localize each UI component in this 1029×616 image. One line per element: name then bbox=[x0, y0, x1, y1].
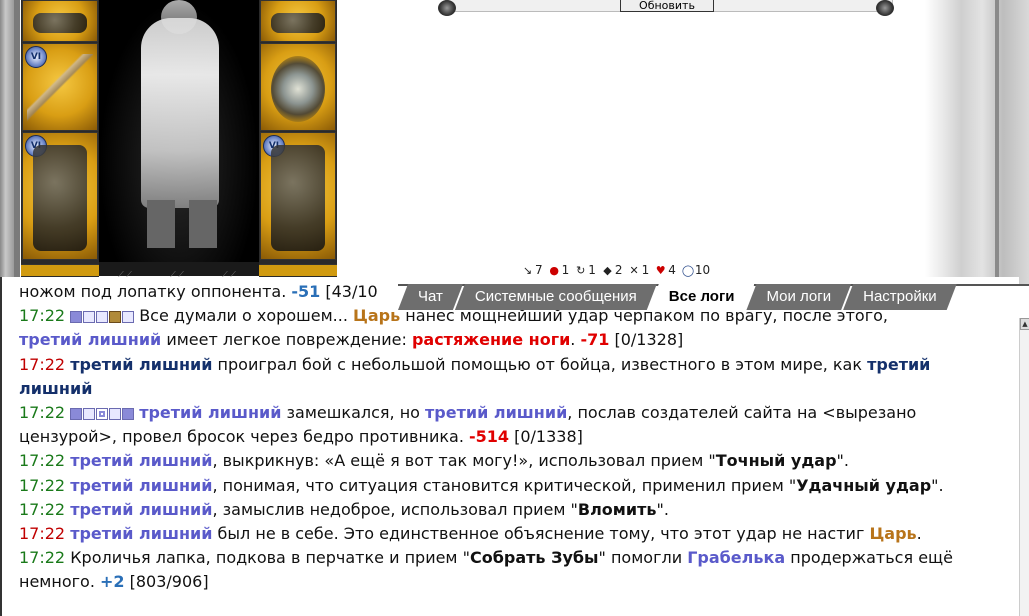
stat-defense: ◯ 10 bbox=[682, 262, 710, 278]
log-line: цензурой>, провел бросок через бедро про… bbox=[19, 427, 583, 447]
hit-zones-icon bbox=[70, 310, 135, 323]
stat-value: 7 bbox=[535, 263, 543, 277]
stat-value: 1 bbox=[641, 263, 650, 277]
log-line: 17:22 третий лишний замешкался, но трети… bbox=[19, 403, 917, 423]
stat-block: ◆ 2 bbox=[602, 262, 623, 278]
sword-icon: ↘ bbox=[522, 263, 533, 277]
armor-icon bbox=[33, 145, 87, 251]
game-window: VI VI ⟋ ⟋⟋ ⟋⟋ ⟋ VI Обновить bbox=[0, 0, 1029, 616]
equip-slot-shield[interactable] bbox=[260, 43, 336, 131]
log-line: лишний bbox=[19, 377, 1013, 401]
log-line: 17:22 третий лишний проиграл бой с небол… bbox=[19, 354, 931, 374]
log-line: 17:22 третий лишний был не в себе. Это е… bbox=[19, 524, 922, 544]
character-robe bbox=[141, 18, 219, 208]
tab-system-messages[interactable]: Системные сообщения bbox=[455, 284, 657, 310]
hit-zones-icon bbox=[70, 407, 135, 420]
equip-slot-bottom-left[interactable] bbox=[21, 264, 99, 276]
stat-value: 4 bbox=[668, 263, 676, 277]
player-name[interactable]: Царь bbox=[353, 306, 400, 325]
stat-crit: ✕ 1 bbox=[629, 262, 650, 278]
log-tabs: Чат Системные сообщения Все логи Мои лог… bbox=[398, 284, 949, 310]
player-name[interactable]: Грабелька bbox=[687, 548, 785, 567]
log-scrollbar[interactable]: ▲ bbox=[1019, 318, 1029, 616]
stat-health: ♥ 4 bbox=[655, 262, 676, 278]
player-name[interactable]: третий лишний bbox=[70, 355, 212, 374]
tab-settings[interactable]: Настройки bbox=[843, 284, 957, 310]
stat-bleed: ● 1 bbox=[549, 262, 570, 278]
equip-slot-weapon[interactable]: VI bbox=[22, 43, 98, 131]
equip-slot-bracers[interactable] bbox=[22, 0, 98, 42]
equip-slot-armor[interactable]: VI bbox=[22, 132, 98, 260]
player-name[interactable]: третий лишний bbox=[139, 403, 281, 422]
stat-value: 1 bbox=[561, 263, 570, 277]
greaves-icon bbox=[271, 145, 325, 251]
character-figure bbox=[99, 0, 259, 270]
spiked-shield-icon bbox=[271, 56, 325, 122]
character-legs bbox=[147, 200, 217, 248]
swirl-icon: ↻ bbox=[576, 263, 586, 277]
player-name[interactable]: третий лишний bbox=[70, 451, 212, 470]
log-line: третий лишний имеет легкое повреждение: … bbox=[19, 330, 684, 350]
player-name[interactable]: третий лишний bbox=[70, 524, 212, 543]
log-line: немного. +2 [803/906] bbox=[19, 572, 209, 592]
equip-slot-legs[interactable]: VI bbox=[260, 132, 336, 260]
log-line: 17:22 третий лишний, замыслив недоброе, … bbox=[19, 499, 669, 519]
player-name[interactable]: третий лишний bbox=[70, 500, 212, 519]
rivet-icon bbox=[438, 0, 456, 16]
blood-drop-icon: ● bbox=[549, 263, 559, 277]
player-name[interactable]: третий лишний bbox=[70, 476, 212, 495]
log-line: 17:22 третий лишний, выкрикнув: «А ещё я… bbox=[19, 451, 849, 471]
shield-icon: ◆ bbox=[603, 263, 612, 277]
tab-my-logs[interactable]: Мои логи bbox=[746, 284, 851, 310]
equipment-left-column: VI VI bbox=[21, 0, 99, 285]
heart-icon: ♥ bbox=[655, 263, 666, 277]
stats-row: ↘ 7 ● 1 ↻ 1 ◆ 2 ✕ 1 ♥ 4 ◯ 10 bbox=[522, 262, 716, 278]
tab-all-logs[interactable]: Все логи bbox=[649, 284, 755, 310]
bracers-icon bbox=[33, 13, 87, 33]
battle-log: ножом под лопатку оппонента. -51 [43/10 … bbox=[0, 277, 1019, 616]
stat-attack: ↘ 7 bbox=[522, 262, 543, 278]
player-name[interactable]: третий лишний bbox=[425, 403, 567, 422]
equip-slot-bottom-right[interactable] bbox=[259, 264, 337, 276]
stat-value: 1 bbox=[588, 263, 596, 277]
refresh-button[interactable]: Обновить bbox=[620, 0, 714, 12]
stat-dodge: ↻ 1 bbox=[575, 262, 596, 278]
left-frame-inner bbox=[14, 0, 20, 285]
log-line: 17:22 третий лишний, понимая, что ситуац… bbox=[19, 475, 944, 495]
player-name[interactable]: Царь bbox=[869, 524, 916, 543]
log-line: 17:22 Кроличья лапка, подкова в перчатке… bbox=[19, 548, 953, 568]
equipment-right-column: VI bbox=[259, 0, 337, 285]
rivet-icon bbox=[876, 0, 894, 16]
tab-chat[interactable]: Чат bbox=[398, 284, 463, 310]
stat-value: 2 bbox=[614, 263, 623, 277]
mace-icon bbox=[27, 54, 93, 124]
stat-value: 10 bbox=[694, 263, 711, 277]
equip-slot-gloves[interactable] bbox=[260, 0, 336, 42]
stone-border bbox=[925, 0, 1029, 285]
player-name[interactable]: третий лишний bbox=[19, 330, 161, 349]
gloves-icon bbox=[271, 13, 325, 33]
defense-icon: ◯ bbox=[681, 263, 695, 277]
player-name[interactable]: третий bbox=[867, 355, 930, 374]
scroll-up-icon[interactable]: ▲ bbox=[1020, 318, 1029, 330]
belt-slots: ⟋ ⟋ ⟋ ⟋ ⟋ ⟋ bbox=[99, 262, 259, 279]
player-name[interactable]: лишний bbox=[19, 379, 92, 398]
crossed-swords-icon: ✕ bbox=[629, 263, 639, 277]
left-frame bbox=[0, 0, 14, 285]
